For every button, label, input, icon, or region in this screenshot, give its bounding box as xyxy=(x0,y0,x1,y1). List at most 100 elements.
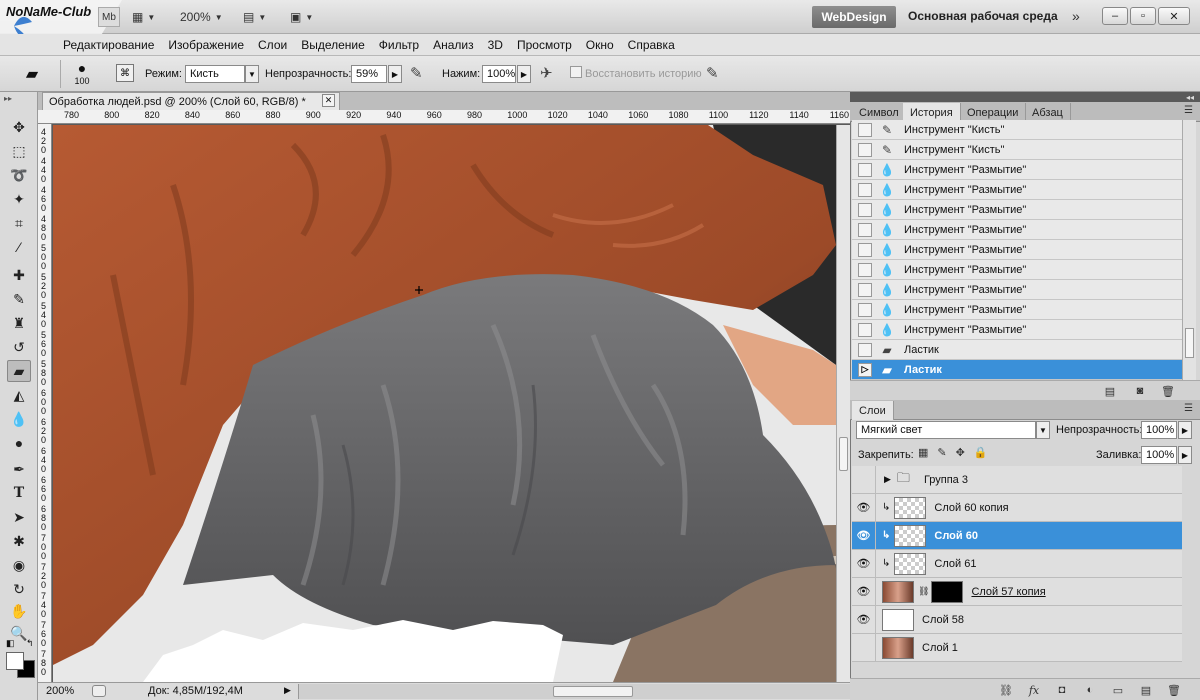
mode-select[interactable]: Кисть xyxy=(185,65,245,83)
layer-visibility-toggle[interactable] xyxy=(852,465,876,494)
layer-thumbnail[interactable] xyxy=(882,608,914,631)
opacity-input[interactable]: 59% xyxy=(351,65,387,83)
history-state[interactable]: ✎ Инструмент "Кисть" xyxy=(852,140,1182,160)
chevron-right-icon[interactable]: ▶ xyxy=(517,65,531,83)
blur-tool-icon[interactable]: 💧 xyxy=(7,408,31,430)
menu-help[interactable]: Справка xyxy=(621,34,682,56)
eraser-preset-icon[interactable]: ▰ xyxy=(14,63,50,85)
flow-input[interactable]: 100% xyxy=(482,65,516,83)
history-state[interactable]: 💧 Инструмент "Размытие" xyxy=(852,160,1182,180)
layer-name[interactable]: Слой 60 xyxy=(934,530,978,542)
mask-link-icon[interactable]: ⛓ xyxy=(918,586,929,597)
layer-name[interactable]: Слой 61 xyxy=(934,558,976,570)
brush-tip-icon[interactable]: ● xyxy=(72,60,92,76)
brush-panel-icon[interactable]: ⌘ xyxy=(116,64,134,82)
expand-group-icon[interactable]: ▶ xyxy=(884,474,891,485)
layer-opacity-input[interactable]: 100% xyxy=(1141,421,1177,439)
history-state[interactable]: 💧 Инструмент "Размытие" xyxy=(852,180,1182,200)
lock-transparency-icon[interactable]: ▦ xyxy=(918,446,928,459)
status-info-icon[interactable] xyxy=(92,685,106,697)
layer-visibility-toggle[interactable]: 👁 xyxy=(852,577,876,606)
history-state[interactable]: 💧 Инструмент "Размытие" xyxy=(852,300,1182,320)
history-state[interactable]: 💧 Инструмент "Размытие" xyxy=(852,260,1182,280)
layer-visibility-toggle[interactable] xyxy=(852,633,876,662)
close-tab-icon[interactable]: ✕ xyxy=(322,94,335,107)
layer-row[interactable]: 👁 Слой 58 xyxy=(852,605,1182,634)
layer-name[interactable]: Слой 1 xyxy=(922,642,958,654)
panel-menu-icon[interactable]: ☰ xyxy=(1184,105,1193,116)
history-source-checkbox[interactable] xyxy=(858,242,872,257)
workspace-webdesign-button[interactable]: WebDesign xyxy=(812,6,896,28)
history-brush-tool-icon[interactable]: ↺ xyxy=(7,336,31,358)
history-source-checkbox[interactable] xyxy=(858,182,872,197)
lasso-tool-icon[interactable]: ➰ xyxy=(7,164,31,186)
type-tool-icon[interactable]: T xyxy=(7,482,31,504)
layer-visibility-toggle[interactable]: 👁 xyxy=(852,521,876,550)
layer-name[interactable]: Слой 60 копия xyxy=(934,502,1008,514)
add-mask-icon[interactable]: ◘ xyxy=(1054,683,1070,697)
history-state[interactable]: 💧 Инструмент "Размытие" xyxy=(852,240,1182,260)
layer-name[interactable]: Группа 3 xyxy=(924,474,968,486)
layer-visibility-toggle[interactable]: 👁 xyxy=(852,549,876,578)
airbrush-icon[interactable]: ✈ xyxy=(540,64,553,82)
mini-bridge-button[interactable]: Mb xyxy=(98,7,120,27)
link-layers-icon[interactable]: ⛓ xyxy=(998,683,1014,697)
history-source-checkbox[interactable] xyxy=(858,222,872,237)
new-snapshot-icon[interactable]: ◙ xyxy=(1132,384,1148,398)
layer-row[interactable]: 👁 ↳ Слой 60 xyxy=(852,521,1182,550)
history-source-checkbox[interactable] xyxy=(858,302,872,317)
default-colors-icon[interactable]: ◧ xyxy=(6,638,15,649)
layer-name[interactable]: Слой 57 копия xyxy=(971,586,1045,598)
move-tool-icon[interactable]: ✥ xyxy=(7,116,31,138)
scroll-thumb[interactable] xyxy=(839,437,848,471)
arrange-documents-button[interactable]: ▤ ▼ xyxy=(243,7,266,27)
foreground-color-swatch[interactable] xyxy=(6,652,24,670)
tablet-pressure-icon[interactable]: ✎ xyxy=(706,64,719,82)
tab-layers[interactable]: Слои xyxy=(852,401,894,420)
history-source-checkbox[interactable] xyxy=(858,282,872,297)
menu-analysis[interactable]: Анализ xyxy=(426,34,481,56)
healing-tool-icon[interactable]: ✚ xyxy=(7,264,31,286)
delete-state-icon[interactable]: 🗑 xyxy=(1160,384,1176,398)
document-canvas[interactable] xyxy=(53,125,836,682)
layer-row[interactable]: 👁 ↳ Слой 60 копия xyxy=(852,493,1182,522)
history-state[interactable]: ▰ Ластик xyxy=(852,340,1182,360)
layer-row[interactable]: 👁 ⛓ Слой 57 копия xyxy=(852,577,1182,606)
history-source-checkbox[interactable] xyxy=(858,162,872,177)
menu-window[interactable]: Окно xyxy=(579,34,621,56)
chevron-right-icon[interactable]: ▶ xyxy=(1178,446,1192,464)
stamp-tool-icon[interactable]: ♜ xyxy=(7,312,31,334)
lock-all-icon[interactable]: 🔒 xyxy=(974,446,988,459)
chevron-down-icon[interactable]: ▼ xyxy=(1036,421,1050,439)
paint-bucket-tool-icon[interactable]: ◭ xyxy=(7,384,31,406)
history-state[interactable]: ▷ ▰ Ластик xyxy=(852,360,1182,380)
lock-position-icon[interactable]: ✥ xyxy=(956,446,965,459)
status-menu-icon[interactable]: ▶ xyxy=(284,685,291,696)
scroll-thumb[interactable] xyxy=(553,686,633,697)
history-state[interactable]: 💧 Инструмент "Размытие" xyxy=(852,320,1182,340)
new-group-icon[interactable]: ▭ xyxy=(1110,683,1126,697)
marquee-tool-icon[interactable]: ⬚ xyxy=(7,140,31,162)
collapse-panels-icon[interactable]: ◂◂ xyxy=(1186,93,1194,102)
lock-pixels-icon[interactable]: ✎ xyxy=(937,446,946,459)
path-select-tool-icon[interactable]: ➤ xyxy=(7,506,31,528)
history-source-checkbox[interactable] xyxy=(858,342,872,357)
history-source-checkbox[interactable] xyxy=(858,122,872,137)
layer-visibility-toggle[interactable]: 👁 xyxy=(852,605,876,634)
chevron-right-icon[interactable]: ▶ xyxy=(388,65,402,83)
shape-tool-icon[interactable]: ✱ xyxy=(7,530,31,552)
blend-mode-select[interactable]: Мягкий свет xyxy=(856,421,1036,439)
history-scrollbar[interactable] xyxy=(1182,120,1196,380)
layer-thumbnail[interactable] xyxy=(882,636,914,659)
new-layer-icon[interactable]: ▤ xyxy=(1138,683,1154,697)
chevron-down-icon[interactable]: ▼ xyxy=(245,65,259,83)
vertical-scrollbar[interactable] xyxy=(836,125,850,682)
history-state[interactable]: 💧 Инструмент "Размытие" xyxy=(852,280,1182,300)
horizontal-scrollbar[interactable] xyxy=(298,684,850,699)
workspace-more-icon[interactable]: » xyxy=(1072,8,1080,24)
menu-filter[interactable]: Фильтр xyxy=(372,34,426,56)
layer-row[interactable]: Слой 1 xyxy=(852,633,1182,662)
layer-style-icon[interactable]: fx xyxy=(1026,683,1042,697)
workspace-main-button[interactable]: Основная рабочая среда xyxy=(908,9,1058,23)
menu-edit[interactable]: Редактирование xyxy=(56,34,161,56)
